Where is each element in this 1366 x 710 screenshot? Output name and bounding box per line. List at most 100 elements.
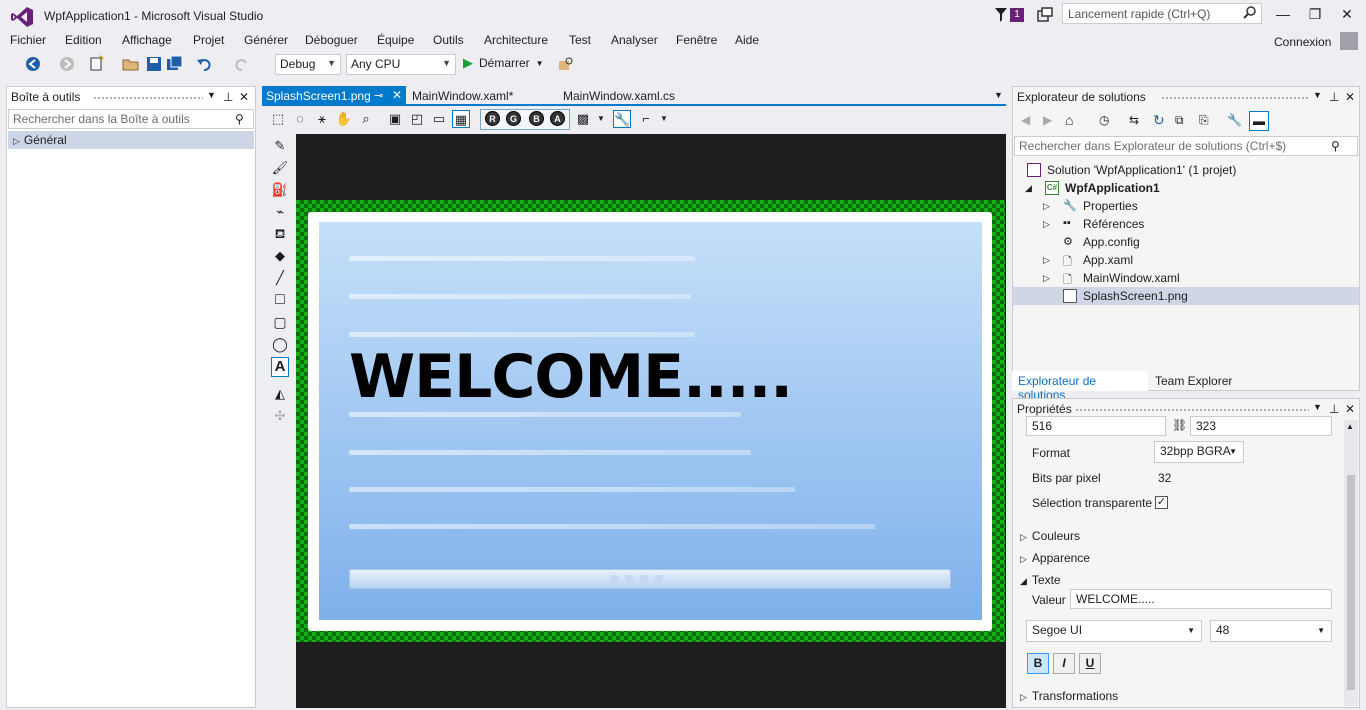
home-icon[interactable]: ⌂	[1065, 112, 1073, 128]
line-icon[interactable]: ╱	[271, 269, 289, 287]
actual-size-icon[interactable]: ▣	[386, 110, 404, 128]
panel-grip[interactable]	[1161, 96, 1309, 100]
pin-icon[interactable]: ⊸	[374, 89, 383, 102]
menu-edition[interactable]: Edition	[65, 33, 102, 47]
pin-icon[interactable]: ⊥	[1329, 90, 1339, 104]
ellipse-icon[interactable]: ◯	[271, 335, 289, 353]
sign-in-link[interactable]: Connexion	[1274, 35, 1331, 49]
forward-icon[interactable]: ▶	[1043, 113, 1052, 127]
pan-icon[interactable]: ✋	[335, 110, 353, 128]
tree-item-references[interactable]: ▷ ▪▪ Références	[1013, 215, 1359, 233]
redo-icon[interactable]	[232, 55, 250, 73]
scrollbar-thumb[interactable]	[1347, 475, 1355, 690]
platform-select[interactable]: Any CPU ▼	[346, 54, 456, 75]
expand-arrow-icon[interactable]: ▷	[1043, 201, 1050, 212]
tab-solution-explorer[interactable]: Explorateur de solutions	[1012, 371, 1148, 402]
expand-arrow-icon[interactable]: ▷	[1043, 273, 1050, 284]
crop-icon[interactable]: ✣	[271, 407, 289, 425]
section-transformations[interactable]: ▷ Transformations	[1020, 689, 1118, 703]
close-icon[interactable]: ✕	[1345, 402, 1355, 416]
width-field[interactable]: 516	[1026, 416, 1166, 436]
feedback-icon[interactable]	[1036, 6, 1054, 24]
advanced-icon[interactable]: ⌐	[637, 110, 655, 128]
tab-team-explorer[interactable]: Team Explorer	[1155, 374, 1232, 388]
tab-mainwindow-xaml-cs[interactable]: MainWindow.xaml.cs	[563, 89, 675, 103]
channel-blue-toggle[interactable]: B	[529, 111, 544, 126]
find-in-files-icon[interactable]	[557, 55, 575, 73]
tab-splashscreen[interactable]: SplashScreen1.png ⊸ ✕	[262, 86, 406, 106]
lasso-selection-icon[interactable]: ◌	[291, 110, 309, 128]
configuration-select[interactable]: Debug ▼	[275, 54, 341, 75]
properties-wrench-icon[interactable]: 🔧	[613, 110, 631, 128]
zoom-fit-icon[interactable]: ◰	[408, 110, 426, 128]
channel-green-toggle[interactable]: G	[506, 111, 521, 126]
close-icon[interactable]: ✕	[1345, 90, 1355, 104]
menu-equipe[interactable]: Équipe	[377, 33, 414, 47]
airbrush-icon[interactable]: ⛽	[271, 181, 289, 199]
history-icon[interactable]: ◷	[1099, 113, 1109, 127]
channel-alpha-toggle[interactable]: A	[550, 111, 565, 126]
magic-wand-icon[interactable]: ⚹	[313, 110, 331, 128]
toolbox-group-general[interactable]: ▷ Général	[8, 131, 254, 149]
menu-affichage[interactable]: Affichage	[122, 33, 172, 47]
rotate-icon[interactable]: ◭	[271, 385, 289, 403]
expand-arrow-icon[interactable]: ▷	[1043, 219, 1050, 230]
height-field[interactable]: 323	[1190, 416, 1332, 436]
tree-item-splashscreen[interactable]: SplashScreen1.png	[1013, 287, 1359, 305]
panel-options-icon[interactable]: ▼	[207, 90, 216, 100]
menu-analyser[interactable]: Analyser	[611, 33, 658, 47]
text-tool-icon[interactable]: A	[271, 357, 289, 377]
preview-icon[interactable]: ▬	[1249, 111, 1269, 131]
eraser-icon[interactable]: ◆	[271, 247, 289, 265]
section-appearance[interactable]: ▷ Apparence	[1020, 551, 1090, 565]
menu-fichier[interactable]: Fichier	[10, 33, 46, 47]
expand-arrow-icon[interactable]: ▷	[1043, 255, 1050, 266]
rectangle-selection-icon[interactable]: ⬚	[269, 110, 287, 128]
close-window-button[interactable]: ✕	[1334, 4, 1360, 24]
minimize-button[interactable]: —	[1270, 4, 1296, 24]
menu-aide[interactable]: Aide	[735, 33, 759, 47]
menu-generer[interactable]: Générer	[244, 33, 288, 47]
maximize-button[interactable]: ❐	[1302, 4, 1328, 24]
collapse-all-icon[interactable]: ⧉	[1175, 113, 1184, 128]
zoom-width-icon[interactable]: ▭	[430, 110, 448, 128]
splash-image[interactable]: WELCOME.....	[319, 222, 982, 620]
pencil-icon[interactable]: ✎	[271, 137, 289, 155]
eyedropper-icon[interactable]: ⌁	[271, 203, 289, 221]
menu-architecture[interactable]: Architecture	[484, 33, 548, 47]
chevron-down-icon[interactable]: ▼	[655, 110, 673, 128]
toolbox-search-input[interactable]: Rechercher dans la Boîte à outils	[8, 109, 254, 129]
tree-item-properties[interactable]: ▷ 🔧 Properties	[1013, 197, 1359, 215]
italic-toggle[interactable]: I	[1053, 653, 1075, 674]
font-size-select[interactable]: 48 ▼	[1210, 620, 1332, 642]
brush-icon[interactable]: 🖌	[271, 159, 289, 177]
save-all-icon[interactable]	[166, 55, 184, 73]
tree-item-mainwindow-xaml[interactable]: ▷ 🗋 MainWindow.xaml	[1013, 269, 1359, 287]
properties-wrench-icon[interactable]: 🔧	[1227, 113, 1242, 127]
tab-dropdown-icon[interactable]: ▼	[994, 90, 1003, 100]
text-value-field[interactable]: WELCOME.....	[1070, 589, 1332, 609]
pin-icon[interactable]: ⊥	[223, 90, 233, 104]
tree-item-app-config[interactable]: ⚙ App.config	[1013, 233, 1359, 251]
link-icon[interactable]: ⛓	[1172, 418, 1187, 432]
tab-mainwindow-xaml[interactable]: MainWindow.xaml*	[412, 89, 513, 103]
panel-grip[interactable]	[93, 96, 203, 100]
transparent-selection-checkbox[interactable]: ✓	[1155, 496, 1168, 509]
panel-options-icon[interactable]: ▼	[1313, 402, 1322, 412]
open-folder-icon[interactable]	[122, 55, 140, 73]
save-icon[interactable]	[145, 55, 163, 73]
close-tab-icon[interactable]: ✕	[392, 88, 402, 102]
close-icon[interactable]: ✕	[239, 90, 249, 104]
channel-red-toggle[interactable]: R	[485, 111, 500, 126]
navigate-back-icon[interactable]	[24, 55, 42, 73]
sync-icon[interactable]: ⇆	[1129, 113, 1139, 127]
chevron-down-icon[interactable]: ▼	[592, 110, 610, 128]
zoom-icon[interactable]: ⌕	[357, 110, 375, 128]
background-checker-icon[interactable]: ▩	[574, 110, 592, 128]
rectangle-icon[interactable]: □	[271, 291, 289, 309]
fill-bucket-icon[interactable]: ⛾	[271, 225, 289, 243]
font-family-select[interactable]: Segoe UI ▼	[1026, 620, 1202, 642]
avatar[interactable]	[1340, 32, 1358, 50]
underline-toggle[interactable]: U	[1079, 653, 1101, 674]
menu-projet[interactable]: Projet	[193, 33, 224, 47]
